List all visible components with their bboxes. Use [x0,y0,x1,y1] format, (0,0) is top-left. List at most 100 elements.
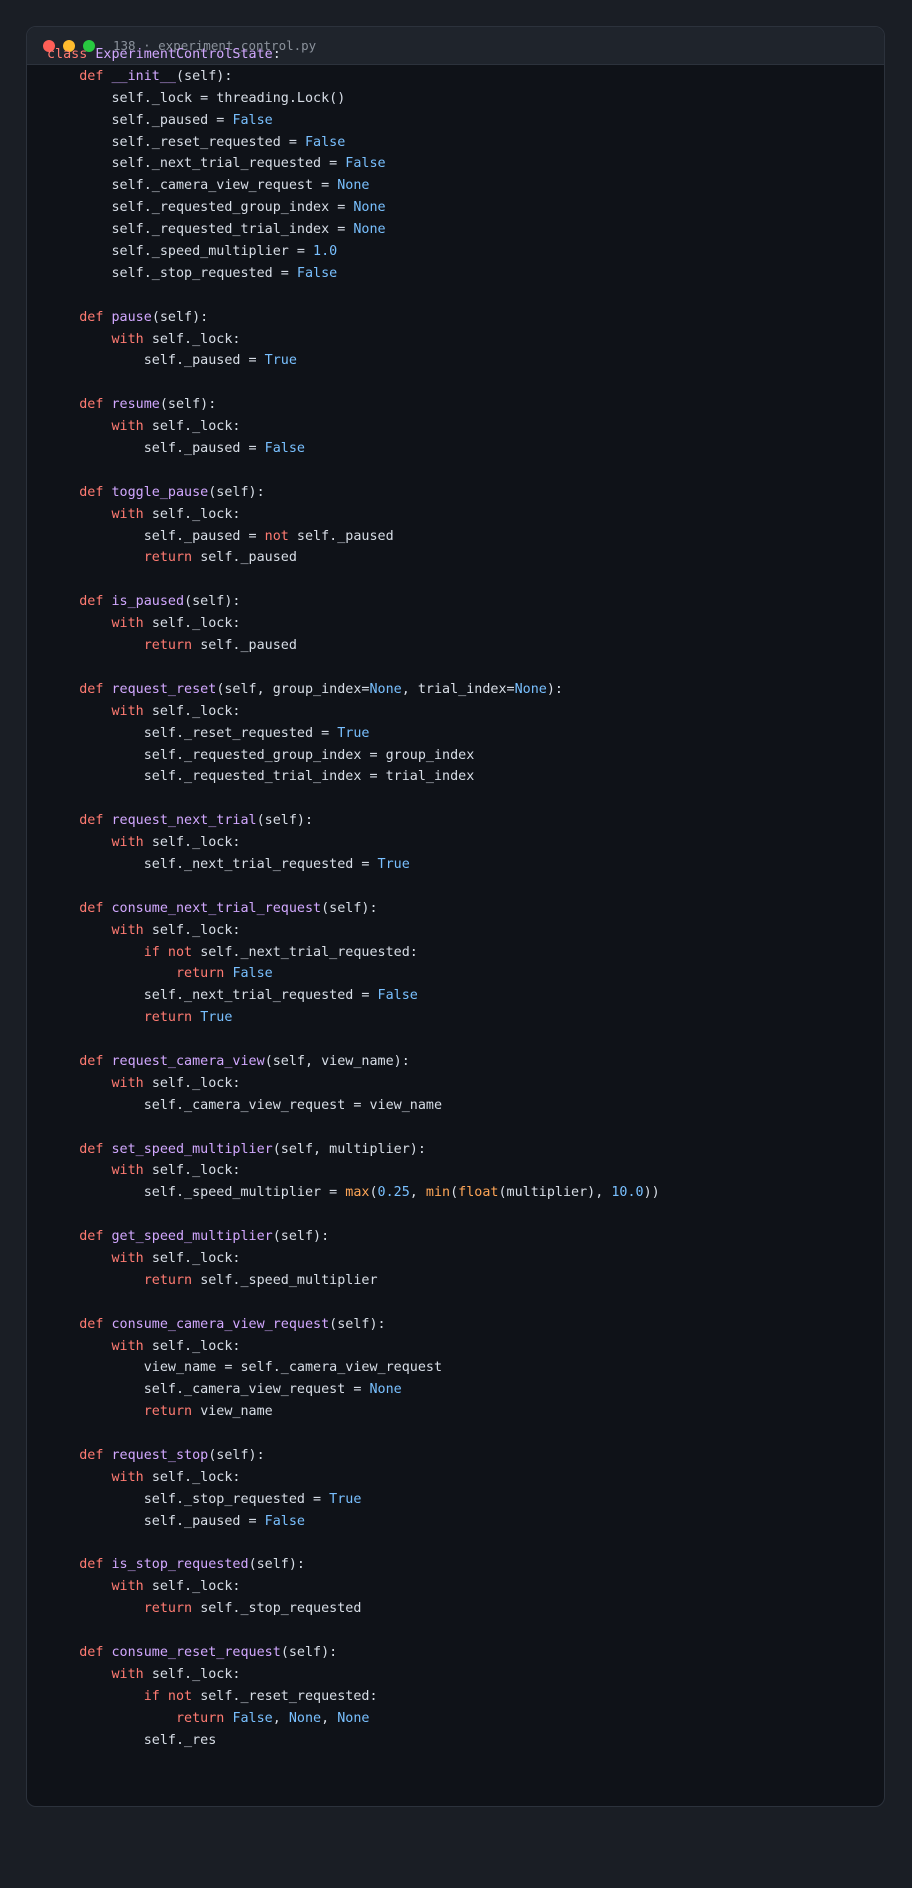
code-line: if not self._next_trial_requested: [47,942,874,964]
function-name-token: request_reset [111,681,217,697]
code-line: self._stop_requested = False [47,263,874,285]
code-text: , [409,1185,426,1201]
code-line: def request_next_trial(self): [47,810,874,832]
constant-token: None [353,200,386,216]
code-text: (multiplier), [498,1185,612,1201]
keyword-token: def [79,484,112,500]
function-name-token: is_paused [111,594,185,610]
keyword-token: def [79,900,112,916]
code-line: with self._lock: [47,1576,874,1598]
code-text: self._requested_group_index = group_inde… [47,747,475,763]
builtin-token: max [345,1185,370,1201]
code-line: return self._speed_multiplier [47,1270,874,1292]
code-line: view_name = self._camera_view_request [47,1357,874,1379]
code-line: self._camera_view_request = None [47,175,874,197]
constant-token: True [377,856,410,872]
function-name-token: consume_next_trial_request [111,900,322,916]
constant-token: None [369,1382,402,1398]
code-line: self._paused = not self._paused [47,526,874,548]
code-text: self._lock: [151,1579,241,1595]
code-line: if not self._reset_requested: [47,1686,874,1708]
code-text: self._camera_view_request = [47,1382,370,1398]
constant-token: True [200,1010,233,1026]
builtin-token: min [425,1185,451,1201]
keyword-token: return [143,550,201,566]
keyword-token: def [79,1141,112,1157]
code-text: self._lock = threading.Lock() [47,90,346,106]
code-line: self._next_trial_requested = False [47,985,874,1007]
code-line: with self._lock: [47,504,874,526]
code-text: (self): [184,594,241,610]
keyword-token: def [79,1645,112,1661]
code-line: def consume_camera_view_request(self): [47,1314,874,1336]
code-line: self._paused = False [47,110,874,132]
code-line: with self._lock: [47,832,874,854]
keyword-token: def [79,1448,112,1463]
keyword-token: def [79,1557,112,1573]
keyword-token: return [176,1710,233,1726]
code-text: self._requested_trial_index = trial_inde… [47,769,475,785]
keyword-token: with [111,1579,152,1595]
code-line: self._requested_group_index = group_inde… [47,745,874,767]
code-text: (self): [280,1645,338,1661]
function-name-token: request_camera_view [111,1053,265,1069]
code-line: with self._lock: [47,701,874,723]
code-text: (self): [272,1229,330,1245]
code-line: class ExperimentControlState: [47,44,874,66]
code-line: self._next_trial_requested = True [47,854,874,876]
constant-token: True [337,725,370,741]
code-line: self._requested_group_index = None [47,197,874,219]
constant-token: True [329,1491,362,1507]
keyword-token: with [111,331,152,347]
code-text: self._lock: [151,331,241,347]
code-text: ( [450,1185,459,1201]
code-line: self._paused = True [47,350,874,372]
code-text: self._paused = [47,441,265,457]
code-text: , [321,1710,338,1726]
code-line: with self._lock: [47,416,874,438]
keyword-token: return [143,638,201,654]
constant-token: False [232,112,273,128]
code-text: (self): [256,813,314,829]
code-text: self._requested_group_index = [47,200,354,216]
code-line: with self._lock: [47,1160,874,1182]
function-name-token: __init__ [111,68,177,84]
code-line: def pause(self): [47,307,874,329]
code-text: self._paused [296,528,394,544]
code-line: self._speed_multiplier = max(0.25, min(f… [47,1182,874,1204]
code-text: self._speed_multiplier = [47,244,314,260]
code-line: def is_stop_requested(self): [47,1554,874,1576]
code-line: return True [47,1007,874,1029]
code-text: self._paused = [47,112,233,128]
code-text: (self): [248,1557,305,1573]
code-line: def request_stop(self): [47,1445,874,1467]
code-text: (self): [151,309,209,325]
keyword-token: with [111,922,152,938]
code-text: self._paused = [47,353,265,369]
code-block[interactable]: class ExperimentControlState: def __init… [47,44,874,1751]
constant-token: None [288,1710,322,1726]
code-line: with self._lock: [47,920,874,942]
code-text: self._next_trial_requested = [47,156,346,172]
function-name-token: consume_camera_view_request [111,1316,330,1332]
